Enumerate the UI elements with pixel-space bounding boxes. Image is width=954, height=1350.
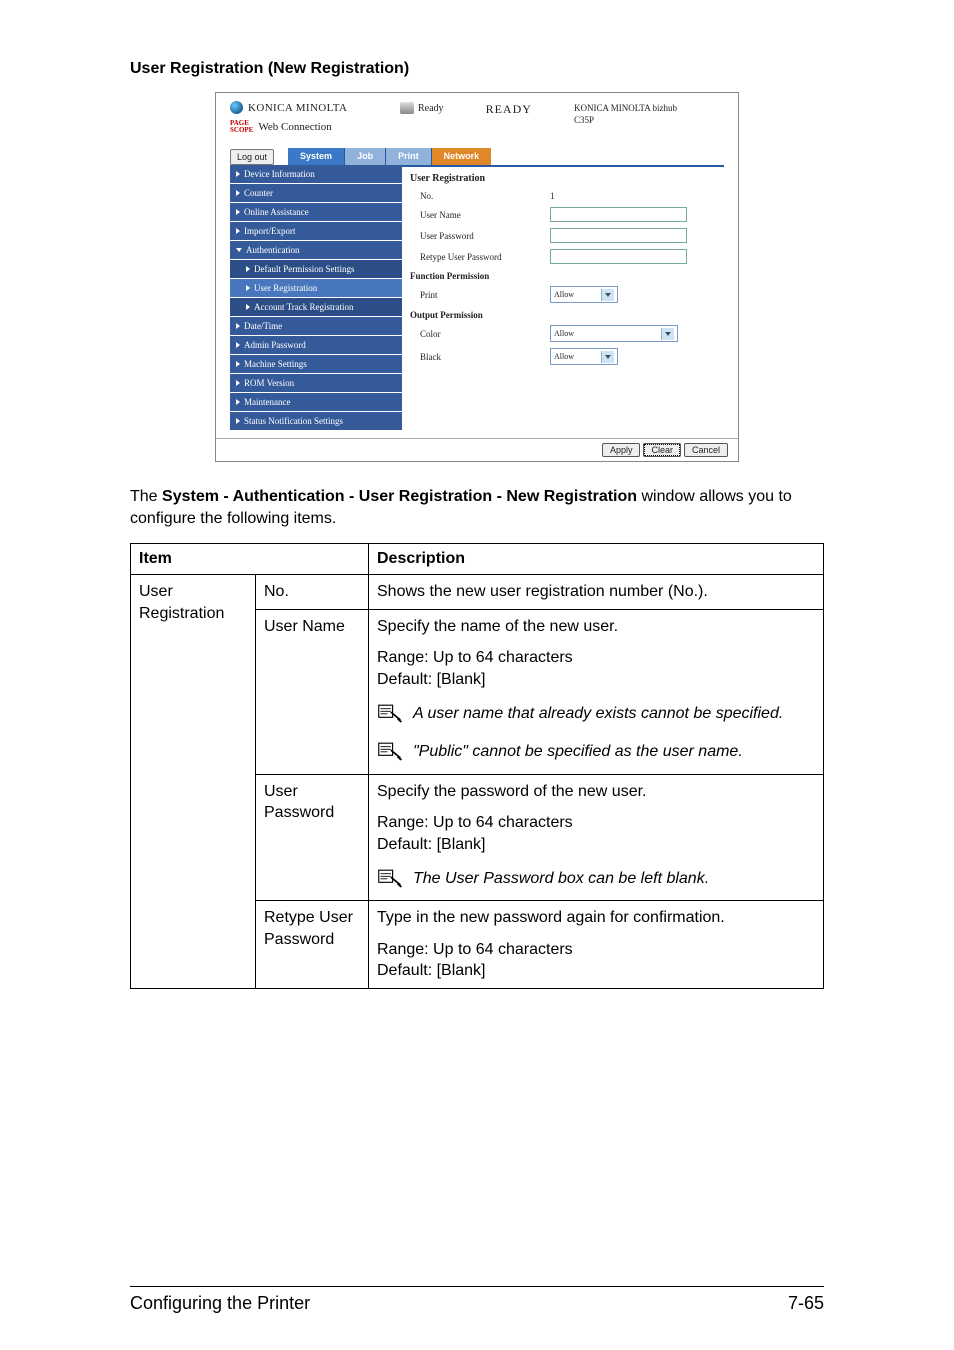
label-print: Print	[410, 290, 550, 300]
triangle-right-icon	[246, 266, 250, 272]
sidebar-item-import[interactable]: Import/Export	[230, 222, 402, 240]
triangle-right-icon	[236, 380, 240, 386]
brand-globe-icon	[230, 101, 243, 114]
tab-job[interactable]: Job	[345, 148, 386, 165]
status-indicator: Ready	[400, 102, 444, 114]
sidebar-item-status[interactable]: Status Notification Settings	[230, 412, 402, 430]
sidebar: Device Information Counter Online Assist…	[230, 165, 402, 430]
retype-field[interactable]	[550, 249, 687, 264]
sub-username: User Name	[256, 609, 369, 774]
triangle-right-icon	[246, 304, 250, 310]
description-paragraph: The System - Authentication - User Regis…	[130, 486, 824, 529]
triangle-right-icon	[236, 171, 240, 177]
screenshot-panel: KONICA MINOLTA PAGESCOPE Web Connection …	[215, 92, 739, 462]
heading-function-permission: Function Permission	[410, 271, 724, 281]
password-field[interactable]	[550, 228, 687, 243]
lead-cell: User Registration	[131, 575, 256, 989]
triangle-right-icon	[246, 285, 250, 291]
color-select[interactable]: Allow	[550, 325, 678, 342]
clear-button[interactable]: Clear	[643, 443, 681, 457]
desc-no: Shows the new user registration number (…	[369, 575, 824, 610]
spec-table: Item Description User Registration No. S…	[130, 543, 824, 989]
sub-retype: Retype User Password	[256, 901, 369, 989]
th-description: Description	[369, 544, 824, 575]
tab-system[interactable]: System	[288, 148, 345, 165]
heading-output-permission: Output Permission	[410, 310, 724, 320]
sub-no: No.	[256, 575, 369, 610]
sidebar-item-maint[interactable]: Maintenance	[230, 393, 402, 411]
sidebar-item-device[interactable]: Device Information	[230, 165, 402, 183]
print-select[interactable]: Allow	[550, 286, 618, 303]
sidebar-item-rom[interactable]: ROM Version	[230, 374, 402, 392]
sidebar-item-date[interactable]: Date/Time	[230, 317, 402, 335]
label-no: No.	[410, 191, 550, 201]
footer-page: 7-65	[788, 1293, 824, 1314]
sidebar-item-defperm[interactable]: Default Permission Settings	[230, 260, 402, 278]
username-field[interactable]	[550, 207, 687, 222]
product-text: Web Connection	[258, 121, 331, 133]
desc-retype: Type in the new password again for confi…	[369, 901, 824, 989]
sidebar-item-admin[interactable]: Admin Password	[230, 336, 402, 354]
triangle-right-icon	[236, 228, 240, 234]
model-line2: C35P	[574, 115, 724, 127]
sidebar-item-acct[interactable]: Account Track Registration	[230, 298, 402, 316]
sidebar-item-counter[interactable]: Counter	[230, 184, 402, 202]
chevron-down-icon	[661, 328, 674, 340]
label-color: Color	[410, 329, 550, 339]
note-icon	[377, 741, 403, 768]
note-icon	[377, 703, 403, 730]
triangle-right-icon	[236, 361, 240, 367]
status-title: READY	[486, 102, 532, 117]
printer-icon	[400, 102, 414, 114]
sidebar-item-userreg[interactable]: User Registration	[230, 279, 402, 297]
value-no: 1	[550, 191, 555, 201]
triangle-right-icon	[236, 209, 240, 215]
tab-network[interactable]: Network	[432, 148, 492, 165]
status-text: Ready	[418, 103, 444, 114]
model-line1: KONICA MINOLTA bizhub	[574, 103, 724, 115]
chevron-down-icon	[601, 351, 614, 363]
chevron-down-icon	[601, 289, 614, 301]
black-select[interactable]: Allow	[550, 348, 618, 365]
triangle-right-icon	[236, 399, 240, 405]
sidebar-item-machine[interactable]: Machine Settings	[230, 355, 402, 373]
apply-button[interactable]: Apply	[602, 443, 641, 457]
cancel-button[interactable]: Cancel	[684, 443, 728, 457]
label-username: User Name	[410, 210, 550, 220]
content-title: User Registration	[410, 173, 724, 184]
triangle-right-icon	[236, 190, 240, 196]
label-password: User Password	[410, 231, 550, 241]
desc-username: Specify the name of the new user. Range:…	[369, 609, 824, 774]
triangle-down-icon	[236, 248, 242, 252]
sidebar-item-auth[interactable]: Authentication	[230, 241, 402, 259]
brand-logo: KONICA MINOLTA	[230, 101, 400, 114]
triangle-right-icon	[236, 418, 240, 424]
triangle-right-icon	[236, 342, 240, 348]
th-item: Item	[131, 544, 369, 575]
triangle-right-icon	[236, 323, 240, 329]
note-icon	[377, 868, 403, 895]
tab-print[interactable]: Print	[386, 148, 432, 165]
brand-text: KONICA MINOLTA	[248, 102, 347, 114]
label-retype: Retype User Password	[410, 252, 550, 262]
desc-password: Specify the password of the new user. Ra…	[369, 774, 824, 900]
footer-title: Configuring the Printer	[130, 1293, 310, 1314]
product-logo: PAGESCOPE Web Connection	[230, 120, 400, 134]
label-black: Black	[410, 352, 550, 362]
sidebar-item-online[interactable]: Online Assistance	[230, 203, 402, 221]
logout-button[interactable]: Log out	[230, 149, 274, 165]
tabs: System Job Print Network	[288, 148, 491, 165]
sub-password: User Password	[256, 774, 369, 900]
section-heading: User Registration (New Registration)	[130, 60, 824, 78]
pagescope-badge: PAGESCOPE	[230, 120, 253, 134]
